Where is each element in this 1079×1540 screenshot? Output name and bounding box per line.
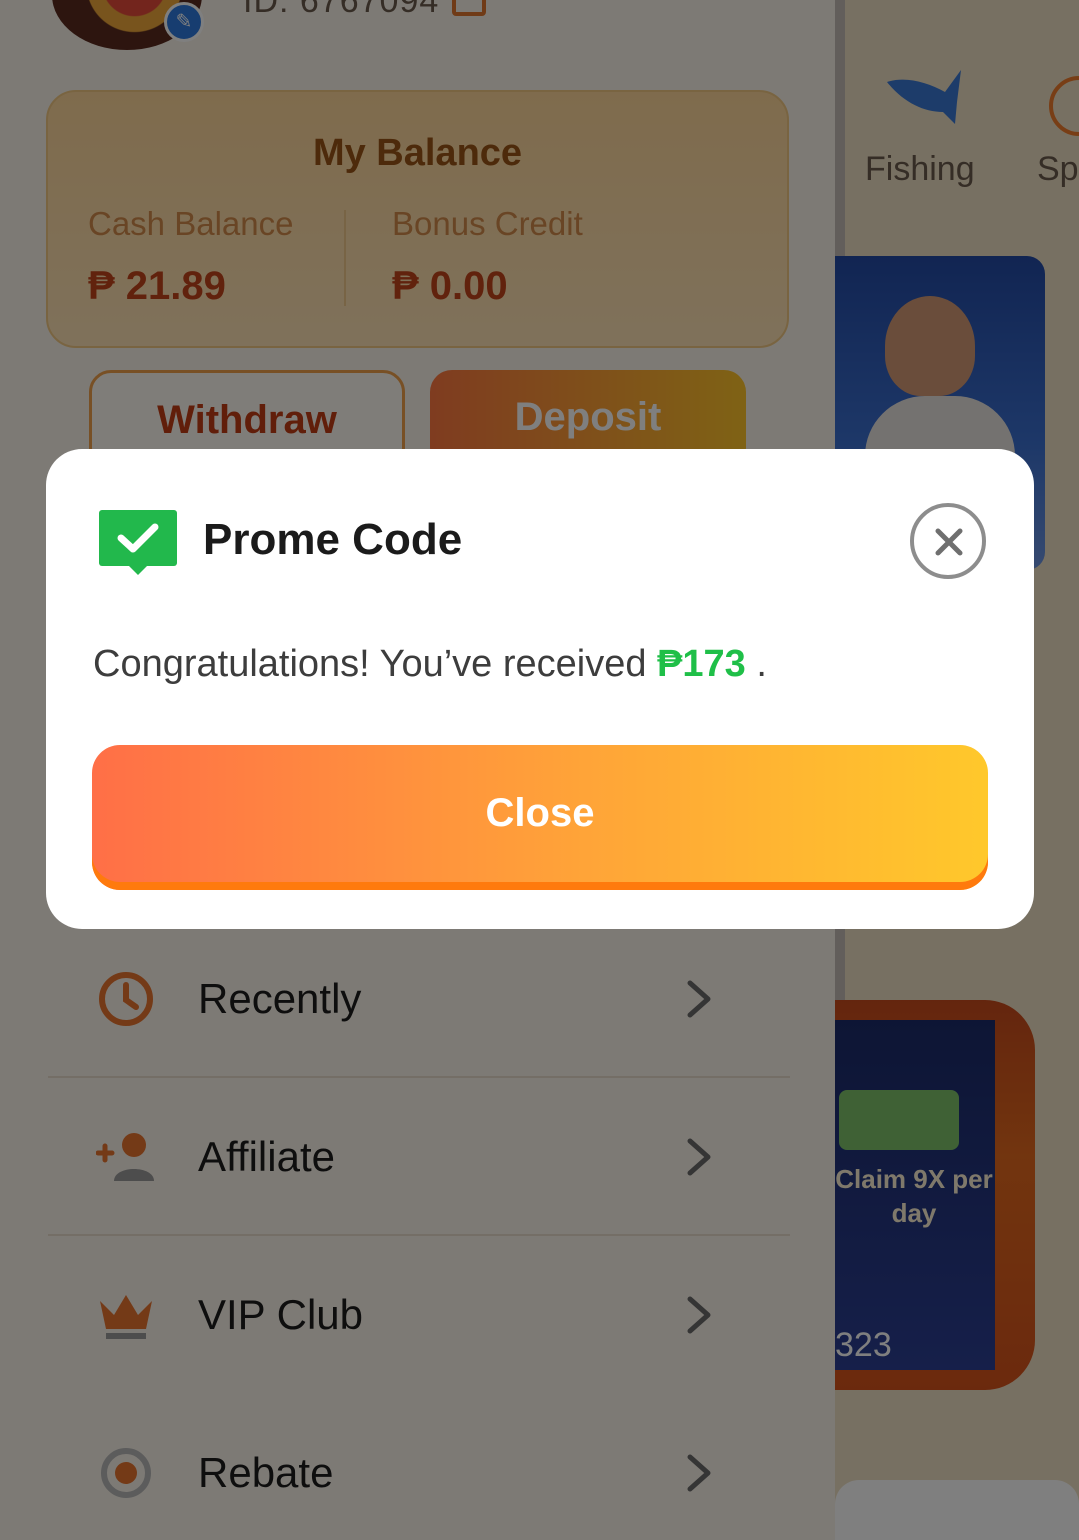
check-message-icon [99, 510, 177, 575]
dialog-title: Prome Code [203, 515, 463, 564]
close-icon[interactable] [910, 503, 986, 579]
reward-amount: ₱173 [657, 643, 746, 685]
message-prefix: Congratulations! You’ve received [93, 643, 658, 685]
dialog-message: Congratulations! You’ve received ₱173 . [93, 643, 767, 686]
close-button[interactable]: Close [92, 745, 988, 890]
message-suffix: . [745, 643, 767, 685]
promo-code-dialog: Prome Code Congratulations! You’ve recei… [46, 449, 1034, 929]
